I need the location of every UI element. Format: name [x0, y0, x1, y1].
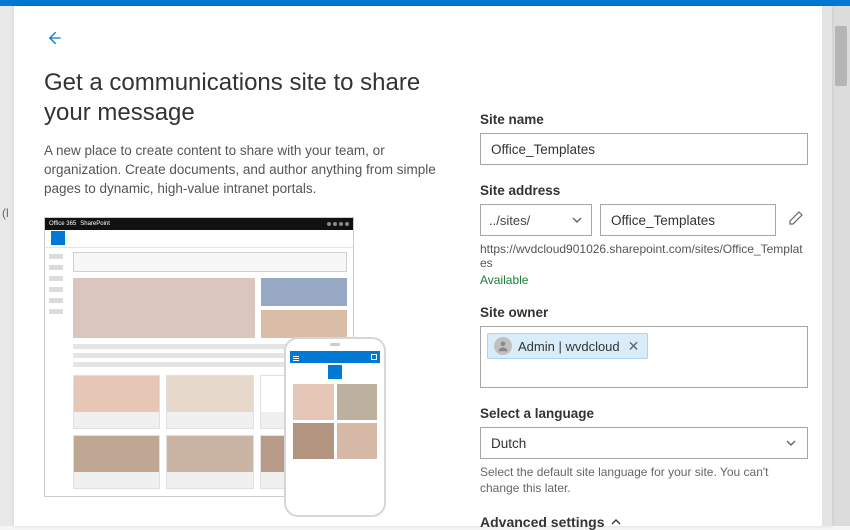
language-value: Dutch: [491, 436, 526, 451]
language-select[interactable]: Dutch: [480, 427, 808, 459]
edit-address-button[interactable]: [784, 206, 808, 235]
site-name-label: Site name: [480, 112, 808, 127]
page-description: A new place to create content to share w…: [44, 142, 444, 199]
owner-name: Admin | wvdcloud: [518, 339, 620, 354]
person-icon: [494, 337, 512, 355]
site-full-url: https://wvdcloud901026.sharepoint.com/si…: [480, 242, 808, 270]
scrollbar-vertical[interactable]: [832, 6, 850, 526]
availability-status: Available: [480, 273, 808, 287]
site-owner-label: Site owner: [480, 305, 808, 320]
create-site-panel: Get a communications site to share your …: [14, 6, 832, 526]
chevron-down-icon: [785, 437, 797, 449]
preview-phone: [284, 337, 386, 517]
site-address-input[interactable]: [600, 204, 776, 236]
backdrop-glyph: (l: [2, 206, 9, 220]
chevron-down-icon: [571, 214, 583, 226]
remove-owner-button[interactable]: ✕: [626, 338, 642, 355]
site-preview-illustration: Office 365SharePoint: [44, 217, 370, 517]
advanced-settings-toggle[interactable]: Advanced settings: [480, 514, 808, 530]
site-name-input[interactable]: [480, 133, 808, 165]
site-address-label: Site address: [480, 183, 808, 198]
site-owner-picker[interactable]: Admin | wvdcloud ✕: [480, 326, 808, 388]
chevron-up-icon: [610, 516, 622, 528]
owner-chip: Admin | wvdcloud ✕: [487, 333, 648, 359]
site-address-prefix-dropdown[interactable]: ../sites/: [480, 204, 592, 236]
page-title: Get a communications site to share your …: [44, 68, 444, 128]
site-address-prefix-text: ../sites/: [489, 213, 530, 228]
advanced-settings-label: Advanced settings: [480, 514, 604, 530]
language-label: Select a language: [480, 406, 808, 421]
pencil-icon: [788, 210, 804, 226]
language-hint: Select the default site language for you…: [480, 464, 808, 496]
back-button[interactable]: [44, 28, 64, 48]
arrow-left-icon: [44, 28, 64, 48]
